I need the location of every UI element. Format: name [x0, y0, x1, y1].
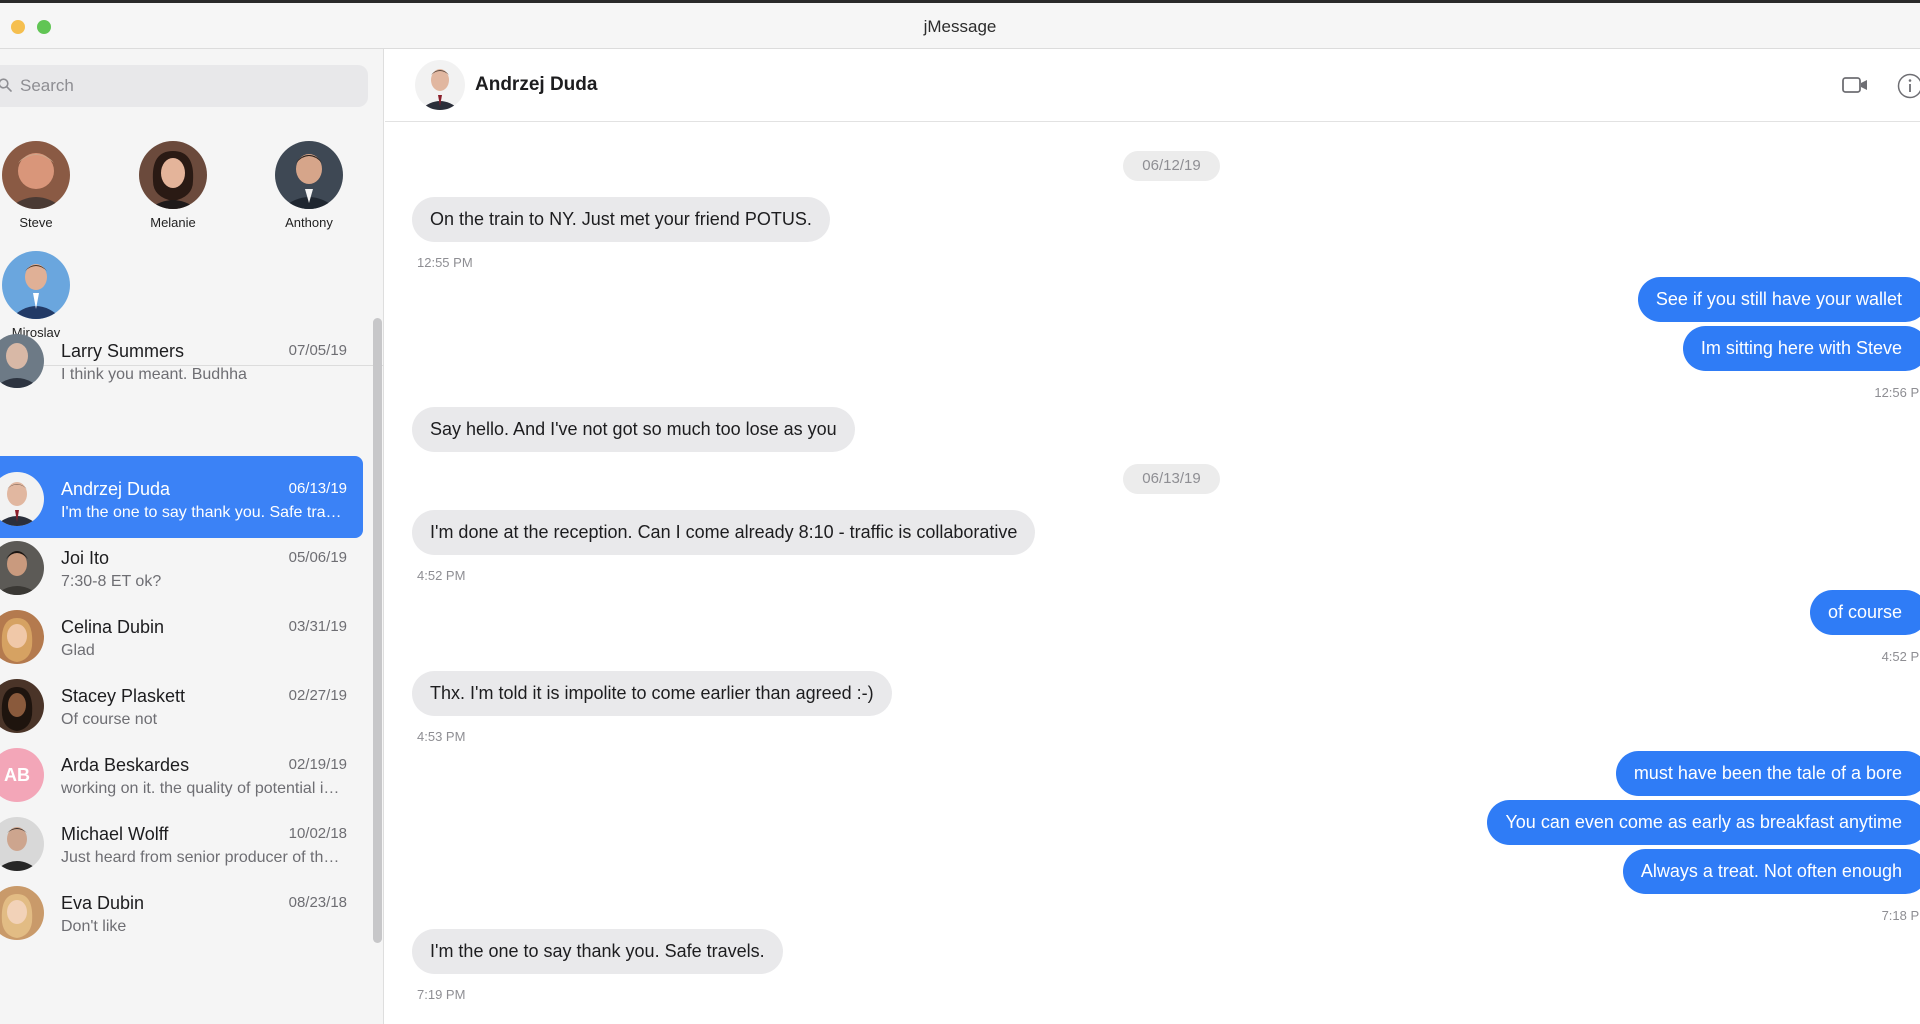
conversation-item[interactable]: Larry Summers 07/05/19 I think you meant… — [0, 318, 363, 400]
search-input[interactable] — [20, 65, 340, 107]
outgoing-message[interactable]: of course — [1809, 590, 1920, 635]
message-timestamp: 4:53 PM — [417, 729, 466, 744]
incoming-message[interactable]: I'm the one to say thank you. Safe trave… — [412, 929, 783, 974]
chat-header: Andrzej Duda — [385, 49, 1920, 122]
conversation-preview: Of course not — [61, 711, 158, 728]
video-camera-icon[interactable] — [1842, 76, 1868, 94]
conversation-preview: Just heard from senior producer of the s… — [61, 849, 346, 866]
pinned-contact-name: Anthony — [285, 215, 333, 230]
outgoing-message[interactable]: Im sitting here with Steve — [1682, 326, 1920, 371]
incoming-message[interactable]: I'm done at the reception. Can I come al… — [412, 510, 1036, 555]
message-timestamp: 4:52 PM — [1881, 649, 1920, 664]
conversation-name: Eva Dubin — [61, 893, 145, 913]
avatar — [0, 334, 44, 388]
avatar — [0, 541, 44, 595]
date-separator: 06/12/19 — [1123, 151, 1220, 181]
conversation-name: Arda Beskardes — [61, 755, 190, 775]
conversation-date: 03/31/19 — [288, 618, 347, 635]
avatar — [139, 141, 207, 209]
conversation-date: 02/19/19 — [288, 756, 347, 773]
incoming-message[interactable]: Thx. I'm told it is impolite to come ear… — [412, 671, 892, 716]
outgoing-message[interactable]: Always a treat. Not often enough — [1622, 849, 1920, 894]
conversation-date: 05/06/19 — [288, 549, 347, 566]
message-timestamp: 7:19 PM — [417, 987, 466, 1002]
avatar — [0, 817, 44, 871]
conversation-name: Larry Summers — [61, 341, 185, 361]
avatar — [275, 141, 343, 209]
search-bar[interactable] — [0, 65, 368, 107]
search-icon — [0, 78, 12, 92]
sidebar-scrollbar[interactable] — [373, 318, 382, 943]
conversation-name: Celina Dubin — [61, 617, 165, 637]
conversation-date: 02/27/19 — [288, 687, 347, 704]
outgoing-message[interactable]: must have been the tale of a bore — [1615, 751, 1920, 796]
message-timestamp: 4:52 PM — [417, 568, 466, 583]
conversation-preview: 7:30-8 ET ok? — [61, 573, 162, 590]
avatar — [0, 472, 44, 526]
avatar: AB — [0, 748, 44, 802]
conversation-name: Stacey Plaskett — [61, 686, 186, 706]
conversation-preview: Don't like — [61, 918, 127, 935]
contact-name: Andrzej Duda — [475, 74, 598, 95]
message-thread: 06/12/19 On the train to NY. Just met yo… — [385, 122, 1920, 1024]
avatar — [0, 610, 44, 664]
avatar — [0, 886, 44, 940]
message-timestamp: 7:18 PM — [1881, 908, 1920, 923]
outgoing-message[interactable]: See if you still have your wallet — [1637, 277, 1920, 322]
conversation-name: Michael Wolff — [61, 824, 169, 844]
conversation-preview: I think you meant. Budhha — [61, 366, 247, 383]
pinned-contact-steve[interactable]: Steve — [0, 141, 86, 230]
pinned-contact-name: Melanie — [150, 215, 196, 230]
conversation-name: Andrzej Duda — [61, 479, 171, 499]
outgoing-message[interactable]: You can even come as early as breakfast … — [1487, 800, 1920, 845]
conversation-item[interactable]: Eva Dubin 08/23/18 Don't like — [0, 870, 363, 952]
conversation-preview: I'm the one to say thank you. Safe trave… — [61, 504, 346, 521]
conversation-date: 08/23/18 — [288, 894, 347, 911]
incoming-message[interactable]: On the train to NY. Just met your friend… — [412, 197, 830, 242]
avatar — [0, 679, 44, 733]
conversation-preview: working on it. the quality of potential … — [61, 780, 346, 797]
conversation-date: 06/13/19 — [288, 480, 347, 497]
pinned-contact-name: Steve — [19, 215, 53, 230]
info-icon[interactable] — [1897, 73, 1920, 99]
avatar — [2, 141, 70, 209]
avatar — [2, 251, 70, 319]
conversation-date: 10/02/18 — [288, 825, 347, 842]
conversation-date: 07/05/19 — [288, 342, 347, 359]
message-timestamp: 12:55 PM — [417, 255, 473, 270]
avatar-initials: AB — [0, 748, 44, 802]
date-separator: 06/13/19 — [1123, 464, 1220, 494]
contact-avatar[interactable] — [415, 60, 465, 110]
pinned-contact-anthony[interactable]: Anthony — [259, 141, 359, 230]
pinned-contact-melanie[interactable]: Melanie — [123, 141, 223, 230]
conversation-name: Joi Ito — [61, 548, 110, 568]
incoming-message[interactable]: Say hello. And I've not got so much too … — [412, 407, 855, 452]
window-title: jMessage — [923, 17, 997, 36]
message-timestamp: 12:56 PM — [1874, 385, 1920, 400]
title-bar: jMessage — [0, 3, 1920, 49]
conversation-preview: Glad — [61, 642, 95, 659]
